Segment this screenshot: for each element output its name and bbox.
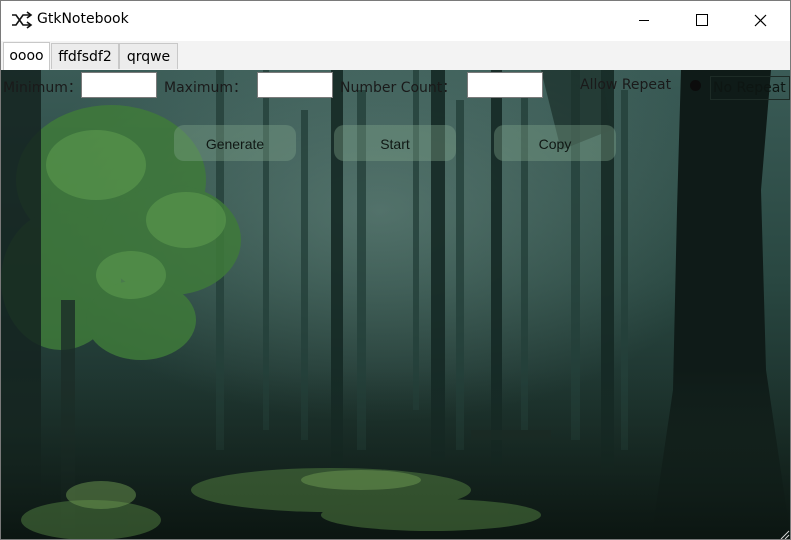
notebook-tab-bar: oooo ffdfsdf2 qrqwe	[1, 41, 790, 71]
tab-qrqwe[interactable]: qrqwe	[119, 43, 178, 69]
number-count-field[interactable]	[467, 72, 543, 98]
window-title: GtkNotebook	[37, 11, 129, 27]
minimum-field[interactable]	[81, 72, 157, 98]
minimize-icon	[639, 20, 649, 21]
generate-button[interactable]: Generate	[174, 125, 296, 161]
maximize-button[interactable]	[673, 1, 731, 39]
minimize-button[interactable]	[615, 1, 673, 39]
start-button[interactable]: Start	[334, 125, 456, 161]
title-bar[interactable]: GtkNotebook	[1, 1, 790, 39]
maximum-field[interactable]	[257, 72, 333, 98]
close-button[interactable]	[731, 1, 789, 39]
tab-oooo[interactable]: oooo	[3, 42, 50, 70]
number-count-label: Number Count：	[340, 80, 457, 96]
shuffle-icon	[12, 11, 33, 29]
tab-page-content: Minimum： Maximum： Number Count： Allow Re…	[1, 70, 790, 540]
app-window: GtkNotebook oooo ffdfsdf2 qrqwe Minimum：…	[0, 0, 791, 540]
resize-grip-icon[interactable]	[778, 528, 790, 540]
repeat-radio-icon[interactable]	[690, 80, 701, 91]
close-icon	[754, 14, 766, 26]
allow-repeat-label[interactable]: Allow Repeat	[580, 77, 671, 93]
maximum-label: Maximum：	[164, 80, 247, 96]
no-repeat-option[interactable]: No Repeat	[710, 76, 790, 100]
maximize-icon	[696, 14, 708, 26]
copy-button[interactable]: Copy	[494, 125, 616, 161]
minimum-label: Minimum：	[3, 80, 82, 96]
tab-ffdfsdf2[interactable]: ffdfsdf2	[51, 43, 119, 69]
